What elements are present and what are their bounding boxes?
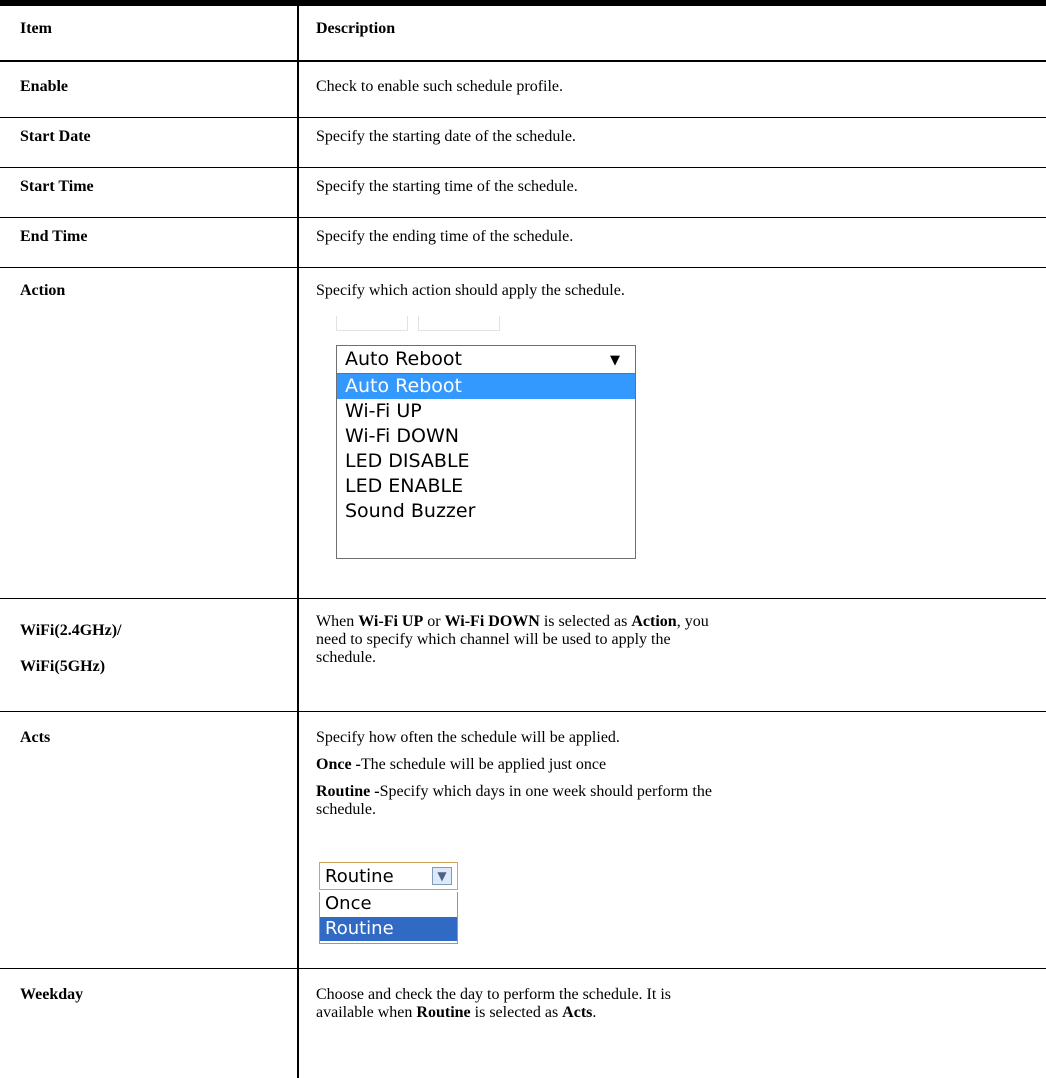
action-select[interactable]: Auto Reboot ▼ bbox=[336, 345, 636, 374]
action-option[interactable]: LED ENABLE bbox=[337, 474, 635, 499]
row-rule bbox=[0, 217, 1046, 218]
action-option[interactable]: Sound Buzzer bbox=[337, 499, 635, 524]
row-rule bbox=[0, 267, 1046, 268]
row-acts-desc: Specify how often the schedule will be a… bbox=[316, 729, 1031, 819]
acts-options-list: Once Routine bbox=[319, 892, 458, 944]
wifi-desc-line3: schedule. bbox=[316, 649, 376, 666]
acts-routine-label: Routine - bbox=[316, 783, 380, 800]
action-select-value: Auto Reboot bbox=[345, 348, 462, 370]
header-rule bbox=[0, 60, 1046, 62]
acts-select-value: Routine bbox=[325, 866, 394, 887]
row-enable-item: Enable bbox=[20, 78, 69, 95]
row-end-time-desc: Specify the ending time of the schedule. bbox=[316, 228, 574, 245]
row-enable-desc: Check to enable such schedule profile. bbox=[316, 78, 564, 95]
header-item: Item bbox=[20, 20, 52, 37]
row-start-date-desc: Specify the starting date of the schedul… bbox=[316, 128, 576, 145]
text: is selected as bbox=[470, 1004, 563, 1021]
text: or bbox=[423, 613, 445, 630]
weekday-line1: Choose and check the day to perform the … bbox=[316, 986, 671, 1003]
text: . bbox=[592, 1004, 597, 1021]
row-wifi-item: WiFi(2.4GHz)/ WiFi(5GHz) bbox=[20, 613, 121, 685]
ghost-field bbox=[336, 316, 408, 331]
action-option[interactable]: Wi-Fi UP bbox=[337, 399, 635, 424]
row-rule bbox=[0, 167, 1046, 168]
wifi-desc-line2: need to specify which channel will be us… bbox=[316, 631, 671, 648]
row-end-time-item: End Time bbox=[20, 228, 88, 245]
acts-option[interactable]: Routine bbox=[320, 917, 457, 941]
row-rule bbox=[0, 598, 1046, 599]
text-bold: Action bbox=[631, 613, 677, 630]
text: available when bbox=[316, 1004, 417, 1021]
ghost-field bbox=[418, 316, 500, 331]
text: is selected as bbox=[539, 613, 632, 630]
acts-option[interactable]: Once bbox=[320, 892, 457, 916]
text-bold: Wi-Fi UP bbox=[358, 613, 424, 630]
text: When bbox=[316, 613, 359, 630]
action-option[interactable]: Auto Reboot bbox=[337, 374, 635, 399]
wifi-item-line1: WiFi(2.4GHz)/ bbox=[20, 622, 122, 639]
wifi-item-line2: WiFi(5GHz) bbox=[20, 658, 106, 675]
chevron-down-icon[interactable]: ▼ bbox=[432, 867, 452, 885]
row-weekday-item: Weekday bbox=[20, 986, 84, 1003]
acts-once-text: The schedule will be applied just once bbox=[360, 756, 607, 773]
acts-routine-text2: schedule. bbox=[316, 801, 376, 818]
table-top-rule bbox=[0, 0, 1046, 6]
row-start-time-item: Start Time bbox=[20, 178, 94, 195]
row-action-desc: Specify which action should apply the sc… bbox=[316, 282, 625, 299]
row-weekday-desc: Choose and check the day to perform the … bbox=[316, 986, 1031, 1022]
row-rule bbox=[0, 711, 1046, 712]
acts-line1: Specify how often the schedule will be a… bbox=[316, 729, 620, 746]
header-description: Description bbox=[316, 20, 396, 37]
acts-select[interactable]: Routine ▼ bbox=[319, 862, 458, 890]
row-start-time-desc: Specify the starting time of the schedul… bbox=[316, 178, 578, 195]
action-option[interactable]: LED DISABLE bbox=[337, 449, 635, 474]
row-acts-item: Acts bbox=[20, 729, 51, 746]
chevron-down-icon[interactable]: ▼ bbox=[610, 350, 620, 371]
acts-once-label: Once - bbox=[316, 756, 361, 773]
action-option[interactable]: Wi-Fi DOWN bbox=[337, 424, 635, 449]
row-rule bbox=[0, 117, 1046, 118]
text-bold: Routine bbox=[416, 1004, 471, 1021]
text-bold: Acts bbox=[562, 1004, 593, 1021]
acts-routine-text: Specify which days in one week should pe… bbox=[379, 783, 712, 800]
text: , you bbox=[676, 613, 709, 630]
action-options-list: Auto Reboot Wi-Fi UP Wi-Fi DOWN LED DISA… bbox=[336, 374, 636, 559]
row-wifi-desc: When Wi-Fi UP or Wi-Fi DOWN is selected … bbox=[316, 613, 1031, 667]
row-action-item: Action bbox=[20, 282, 66, 299]
row-start-date-item: Start Date bbox=[20, 128, 91, 145]
row-rule bbox=[0, 968, 1046, 969]
text-bold: Wi-Fi DOWN bbox=[444, 613, 540, 630]
